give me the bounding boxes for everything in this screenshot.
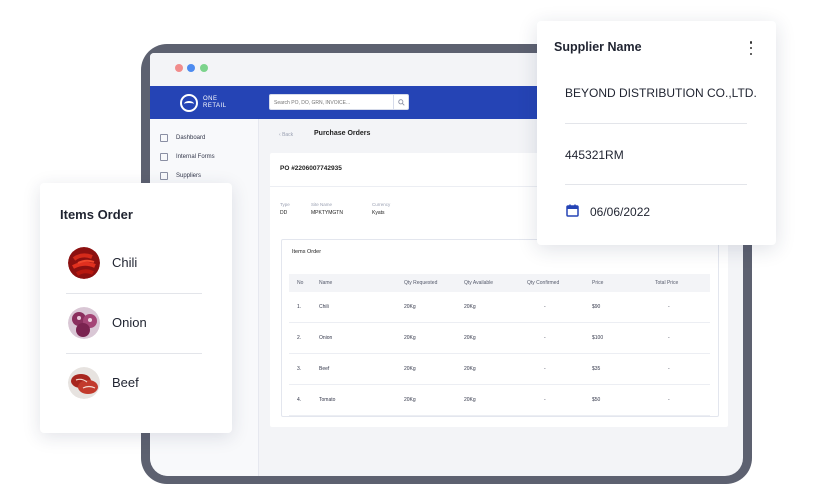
- column-header: Qty Available: [464, 280, 494, 286]
- list-item[interactable]: Onion: [66, 307, 216, 367]
- page-title: Purchase Orders: [314, 130, 371, 137]
- items-table-title: Items Order: [292, 249, 322, 255]
- table-cell: 20Kg: [404, 335, 416, 341]
- search-button[interactable]: [393, 95, 408, 109]
- column-header: No: [297, 280, 304, 286]
- supplier-card: Supplier Name BEYOND DISTRIBUTION CO.,LT…: [537, 21, 776, 245]
- item-name: Beef: [112, 375, 139, 390]
- table-cell: 20Kg: [404, 366, 416, 372]
- supplier-icon: [160, 172, 168, 180]
- list-item[interactable]: Chili: [66, 247, 216, 307]
- order-date: 06/06/2022: [590, 205, 651, 219]
- globe-icon: [180, 94, 198, 112]
- column-header: Total Price: [655, 280, 679, 286]
- divider: [565, 184, 747, 185]
- table-cell: -: [544, 366, 546, 372]
- sidebar-item-label: Suppliers: [176, 173, 202, 179]
- window-maximize-dot[interactable]: [200, 64, 208, 72]
- table-cell: 20Kg: [464, 304, 476, 310]
- search-input[interactable]: [274, 97, 390, 108]
- table-cell: -: [668, 304, 670, 310]
- sidebar-item-label: Dashboard: [176, 135, 206, 141]
- item-name: Onion: [112, 315, 147, 330]
- sidebar-item-suppliers[interactable]: Suppliers: [160, 169, 201, 183]
- list-item[interactable]: Beef: [66, 367, 216, 427]
- items-order-card: Items Order Chili Onion Beef: [40, 183, 232, 433]
- supplier-code: 445321RM: [565, 148, 624, 162]
- beef-image: [68, 367, 100, 399]
- column-header: Qty Requested: [404, 280, 438, 286]
- divider: [66, 353, 202, 354]
- more-options-icon[interactable]: [747, 41, 755, 55]
- table-header: No Name Qty Requested Qty Available Qty …: [289, 274, 710, 292]
- po-site-name: Site Name MPKTYMGTN: [311, 202, 343, 216]
- table-cell: -: [668, 366, 670, 372]
- supplier-card-title: Supplier Name: [554, 40, 642, 54]
- table-cell: 20Kg: [404, 397, 416, 403]
- sidebar-item-label: Internal Forms: [176, 154, 215, 160]
- items-card-title: Items Order: [60, 207, 133, 222]
- column-header: Name: [319, 280, 333, 286]
- po-number: PO #2206007742935: [280, 165, 342, 172]
- search-box: [269, 94, 409, 110]
- table-cell: Beef: [319, 366, 330, 372]
- back-link[interactable]: ‹ Back: [279, 132, 293, 138]
- table-row[interactable]: 3. Beef 20Kg 20Kg - $35 -: [289, 354, 710, 385]
- table-cell: $35: [592, 366, 601, 372]
- table-row[interactable]: 2. Onion 20Kg 20Kg - $100 -: [289, 323, 710, 354]
- window-minimize-dot[interactable]: [187, 64, 195, 72]
- home-icon: [160, 134, 168, 142]
- po-type: Type DD: [280, 202, 290, 216]
- table-cell: Tomato: [319, 397, 336, 403]
- table-cell: -: [668, 335, 670, 341]
- chili-image: [68, 247, 100, 279]
- onion-image: [68, 307, 100, 339]
- items-order-table: Items Order No Name Qty Requested Qty Av…: [281, 239, 719, 417]
- sidebar-item-internal-forms[interactable]: Internal Forms: [160, 150, 215, 164]
- table-cell: -: [544, 304, 546, 310]
- table-cell: $50: [592, 397, 601, 403]
- table-cell: 4.: [297, 397, 302, 403]
- calendar-icon: [566, 204, 579, 217]
- form-icon: [160, 153, 168, 161]
- table-cell: 2.: [297, 335, 302, 341]
- column-header: Qty Confirmed: [527, 280, 560, 286]
- column-header: Price: [592, 280, 604, 286]
- window-close-dot[interactable]: [175, 64, 183, 72]
- brand-line-2: RETAIL: [203, 103, 227, 109]
- table-cell: 1.: [297, 304, 302, 310]
- sidebar-item-dashboard[interactable]: Dashboard: [160, 131, 205, 145]
- item-name: Chili: [112, 255, 138, 270]
- table-cell: 20Kg: [464, 366, 476, 372]
- table-row[interactable]: 1. Chili 20Kg 20Kg - $90 -: [289, 292, 710, 323]
- table-cell: 3.: [297, 366, 302, 372]
- po-currency: Currency Kyats: [372, 202, 391, 216]
- table-cell: $90: [592, 304, 601, 310]
- search-icon: [397, 98, 405, 106]
- brand-line-1: ONE: [203, 96, 218, 102]
- divider: [565, 123, 747, 124]
- table-cell: -: [544, 397, 546, 403]
- table-cell: Chili: [319, 304, 329, 310]
- brand-logo[interactable]: ONE RETAIL: [180, 93, 227, 113]
- table-cell: 20Kg: [464, 397, 476, 403]
- supplier-name: BEYOND DISTRIBUTION CO.,LTD.: [565, 86, 757, 100]
- table-cell: Onion: [319, 335, 333, 341]
- divider: [66, 293, 202, 294]
- table-cell: 20Kg: [404, 304, 416, 310]
- table-cell: -: [668, 397, 670, 403]
- table-cell: $100: [592, 335, 604, 341]
- table-row[interactable]: 4. Tomato 20Kg 20Kg - $50 -: [289, 385, 710, 416]
- table-cell: -: [544, 335, 546, 341]
- table-cell: 20Kg: [464, 335, 476, 341]
